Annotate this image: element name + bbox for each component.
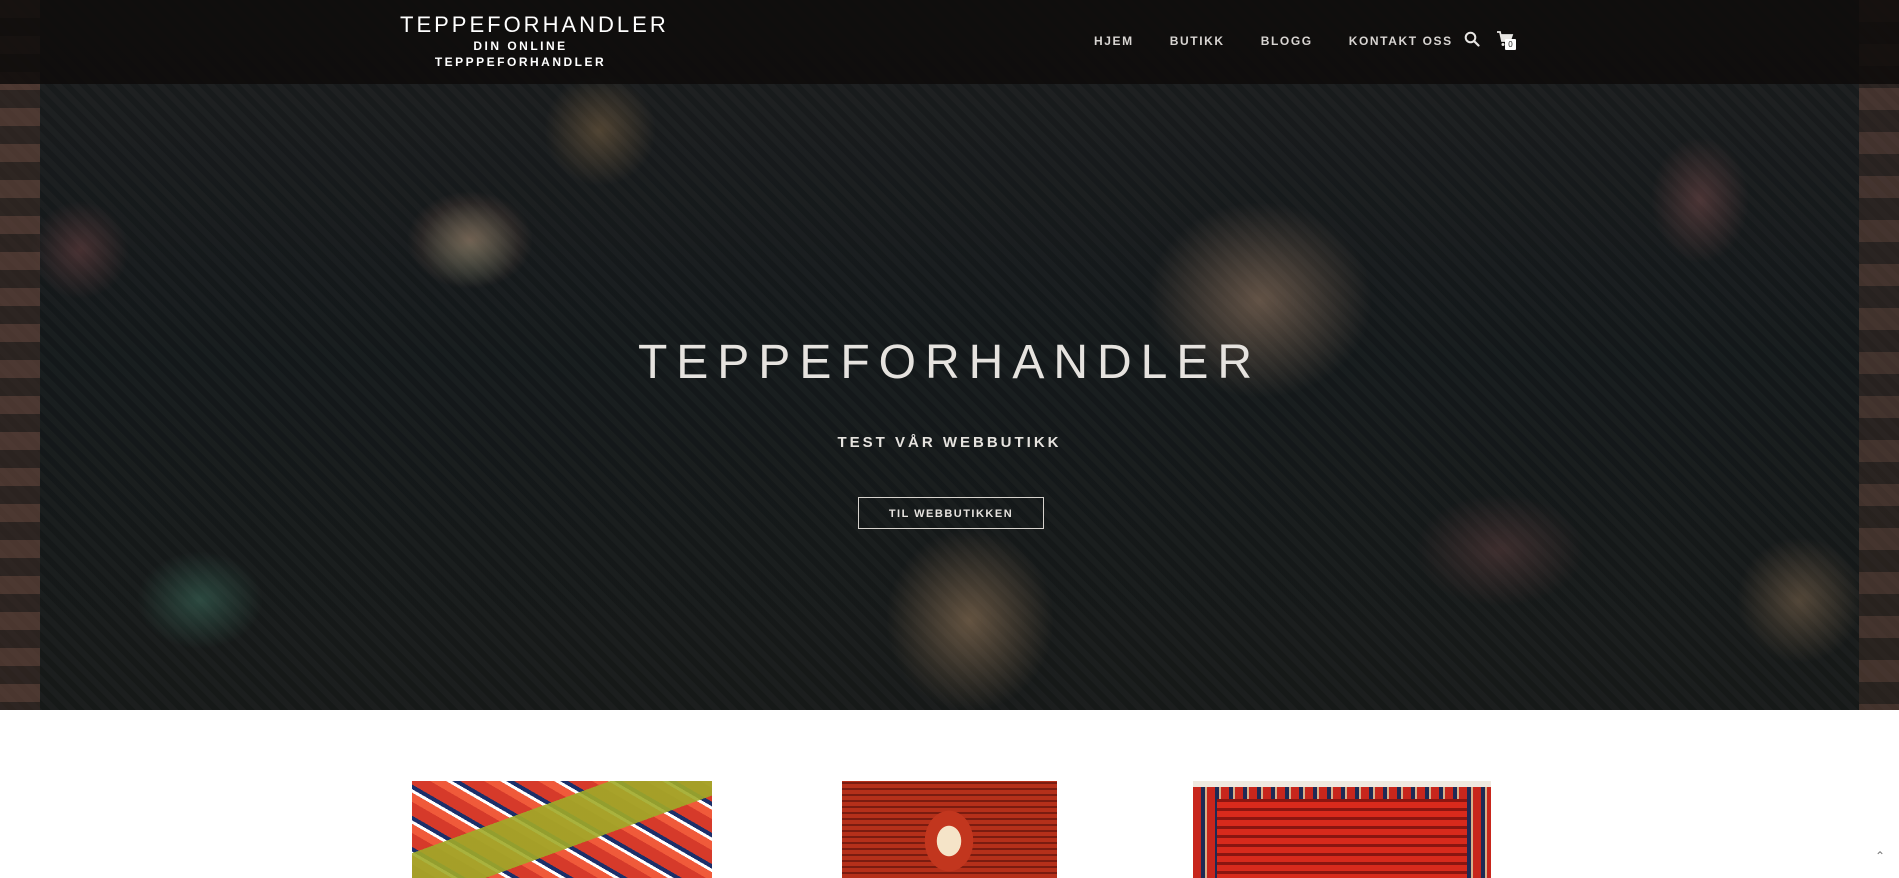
site-tagline: DIN ONLINE TEPPPEFORHANDLER <box>434 39 607 69</box>
double-chevron-up-icon[interactable]: ⌃ <box>1875 849 1885 863</box>
product-image-3[interactable] <box>1193 781 1491 878</box>
shop-button[interactable]: TIL WEBBUTIKKEN <box>858 497 1044 529</box>
site-header: TEPPEFORHANDLER DIN ONLINE TEPPPEFORHAND… <box>0 0 1899 84</box>
product-image-2[interactable] <box>842 781 1057 878</box>
nav-item-hjem[interactable]: HJEM <box>1094 34 1134 48</box>
product-image-1[interactable] <box>412 781 712 878</box>
nav-item-butikk[interactable]: BUTIKK <box>1170 34 1225 48</box>
main-nav: HJEM BUTIKK BLOGG KONTAKT OSS <box>1094 30 1453 52</box>
nav-item-kontakt-oss[interactable]: KONTAKT OSS <box>1349 34 1453 48</box>
search-icon[interactable] <box>1464 31 1480 47</box>
hero-subtitle: TEST VÅR WEBBUTIKK <box>837 434 1062 451</box>
site-logo[interactable]: TEPPEFORHANDLER DIN ONLINE TEPPPEFORHAND… <box>400 12 666 70</box>
cart-count-badge[interactable]: 0 <box>1505 39 1516 50</box>
nav-item-blogg[interactable]: BLOGG <box>1261 34 1313 48</box>
hero-title: TEPPEFORHANDLER <box>637 336 1262 389</box>
site-title[interactable]: TEPPEFORHANDLER <box>400 12 666 38</box>
